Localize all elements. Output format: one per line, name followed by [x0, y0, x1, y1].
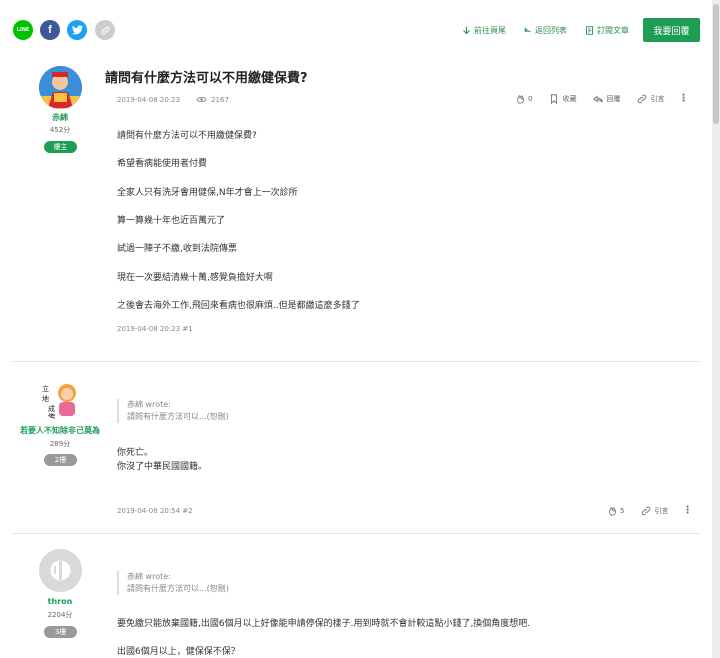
quote-text: 請問有什麼方法可以...(恕刪)	[127, 584, 229, 593]
content-line: 現在一次要結清幾十萬,感覺負擔好大啊	[117, 273, 273, 283]
clap-icon	[517, 95, 524, 104]
content-line: 之後會去海外工作,飛回來看病也很麻煩..但是都繳這麼多錢了	[117, 301, 360, 311]
top-bar: LINE f 前往頁尾 返回列表 訂閱文章 我要回覆	[0, 0, 712, 60]
quote-text: 請問有什麼方法可以...(恕刪)	[127, 412, 229, 421]
copy-link-button[interactable]	[95, 20, 115, 40]
more-options-icon[interactable]: ⋮	[682, 506, 692, 516]
like-button[interactable]: 0	[515, 94, 532, 104]
eye-icon	[196, 97, 207, 102]
reply-label: 回覆	[606, 95, 621, 103]
post-2-quote: 赤綿 wrote: 請問有什麼方法可以...(恕刪)	[117, 399, 229, 423]
quote-button[interactable]: 引言	[637, 94, 664, 104]
like-button[interactable]: 5	[607, 506, 624, 516]
author-score: 2204分	[47, 611, 73, 619]
quote-author: 赤綿 wrote:	[127, 572, 171, 581]
owner-badge: 樓主	[44, 141, 77, 153]
author-name[interactable]: 若要人不知除非己莫為	[12, 425, 108, 436]
like-count: 0	[528, 95, 533, 103]
default-avatar-icon	[39, 549, 82, 592]
view-count: 2167	[211, 95, 229, 104]
facebook-icon: f	[48, 24, 52, 36]
scrollbar-thumb[interactable]	[713, 4, 719, 124]
like-count: 5	[620, 507, 625, 515]
post-1-meta: 2019-04-08 20:23 2167	[117, 95, 229, 104]
quote-label: 引言	[654, 507, 669, 515]
back-arrow-icon	[524, 27, 531, 32]
author-score: 289分	[49, 440, 71, 448]
svg-text:佛: 佛	[48, 412, 55, 420]
chain-icon	[642, 506, 651, 516]
go-footer-label: 前往頁尾	[474, 26, 506, 35]
floor-badge: 2樓	[44, 454, 77, 466]
avatar[interactable]	[39, 66, 82, 109]
post-2-footer: 2019-04-08 20:54 #2	[117, 507, 193, 515]
floor-badge: 3樓	[44, 626, 77, 638]
more-options-icon[interactable]: ⋮	[678, 94, 688, 104]
content-line: 全家人只有洗牙會用健保,N年才會上一次診所	[117, 188, 298, 198]
bookmark-icon	[551, 94, 558, 104]
post-1-footer: 2019-04-08 20:23 #1	[117, 325, 193, 333]
facebook-share-button[interactable]: f	[40, 20, 60, 40]
reply-icon	[593, 95, 604, 103]
arrow-down-icon	[463, 26, 470, 35]
content-line: 你死亡。	[117, 448, 154, 458]
document-icon	[586, 26, 593, 35]
subscribe-label: 訂閱文章	[597, 26, 629, 35]
post-1: 赤綿 452分 樓主	[12, 60, 700, 360]
avatar-image: 立 地 成 佛	[39, 377, 82, 420]
post-date: 2019-04-08 20:23	[117, 95, 181, 104]
svg-text:地: 地	[42, 394, 49, 403]
avatar[interactable]: 立 地 成 佛	[39, 377, 82, 420]
line-share-button[interactable]: LINE	[13, 20, 33, 40]
content-line: 你沒了中華民國國籍。	[117, 462, 208, 472]
reply-post-button[interactable]: 回覆	[593, 94, 620, 104]
avatar[interactable]	[39, 549, 82, 592]
line-label: LINE	[16, 27, 30, 33]
quote-author: 赤綿 wrote:	[127, 400, 171, 409]
content-line: 試過一陣子不繳,收到法院傳票	[117, 244, 237, 254]
subscribe-link[interactable]: 訂閱文章	[585, 25, 629, 36]
avatar-image	[39, 66, 82, 109]
clap-icon	[609, 507, 616, 516]
svg-text:立: 立	[42, 384, 49, 393]
page: LINE f 前往頁尾 返回列表 訂閱文章 我要回覆 赤綿 452分 樓主 請問…	[0, 0, 720, 658]
collect-button[interactable]: 收藏	[549, 94, 576, 104]
twitter-icon	[71, 25, 83, 35]
author-score: 452分	[49, 126, 71, 134]
content-line: 請問有什麼方法可以不用繳健保費?	[117, 131, 257, 141]
post-3: thron 2204分 3樓	[12, 534, 700, 658]
quote-label: 引言	[650, 95, 665, 103]
collect-label: 收藏	[562, 95, 577, 103]
link-icon	[101, 26, 109, 34]
content-line: 要免繳只能放棄國籍,出國6個月以上好像能申請停保的樣子.用到時就不會計較這點小錢…	[117, 619, 531, 629]
post-1-actions: 0 收藏 回覆 引言 ⋮	[497, 94, 688, 104]
back-to-list-link[interactable]: 返回列表	[523, 25, 567, 36]
thread-title: 請問有什麼方法可以不用繳健保費?	[105, 71, 308, 86]
content-line: 算一算幾十年也近百萬元了	[117, 216, 226, 226]
content-line: 出國6個月以上，健保保不保？	[117, 647, 240, 657]
go-footer-link[interactable]: 前往頁尾	[462, 25, 506, 36]
post-2-actions: 5 引言 ⋮	[590, 506, 692, 516]
twitter-share-button[interactable]	[67, 20, 87, 40]
svg-text:成: 成	[48, 404, 55, 413]
content-line: 希望看病能使用者付費	[117, 159, 208, 169]
back-to-list-label: 返回列表	[535, 26, 567, 35]
quote-button[interactable]: 引言	[641, 506, 668, 516]
post-3-quote: 赤綿 wrote: 請問有什麼方法可以...(恕刪)	[117, 571, 229, 595]
scrollbar[interactable]	[712, 0, 720, 658]
author-name[interactable]: thron	[12, 597, 108, 606]
reply-button[interactable]: 我要回覆	[643, 18, 700, 42]
chain-icon	[638, 94, 647, 104]
author-name[interactable]: 赤綿	[12, 112, 108, 123]
